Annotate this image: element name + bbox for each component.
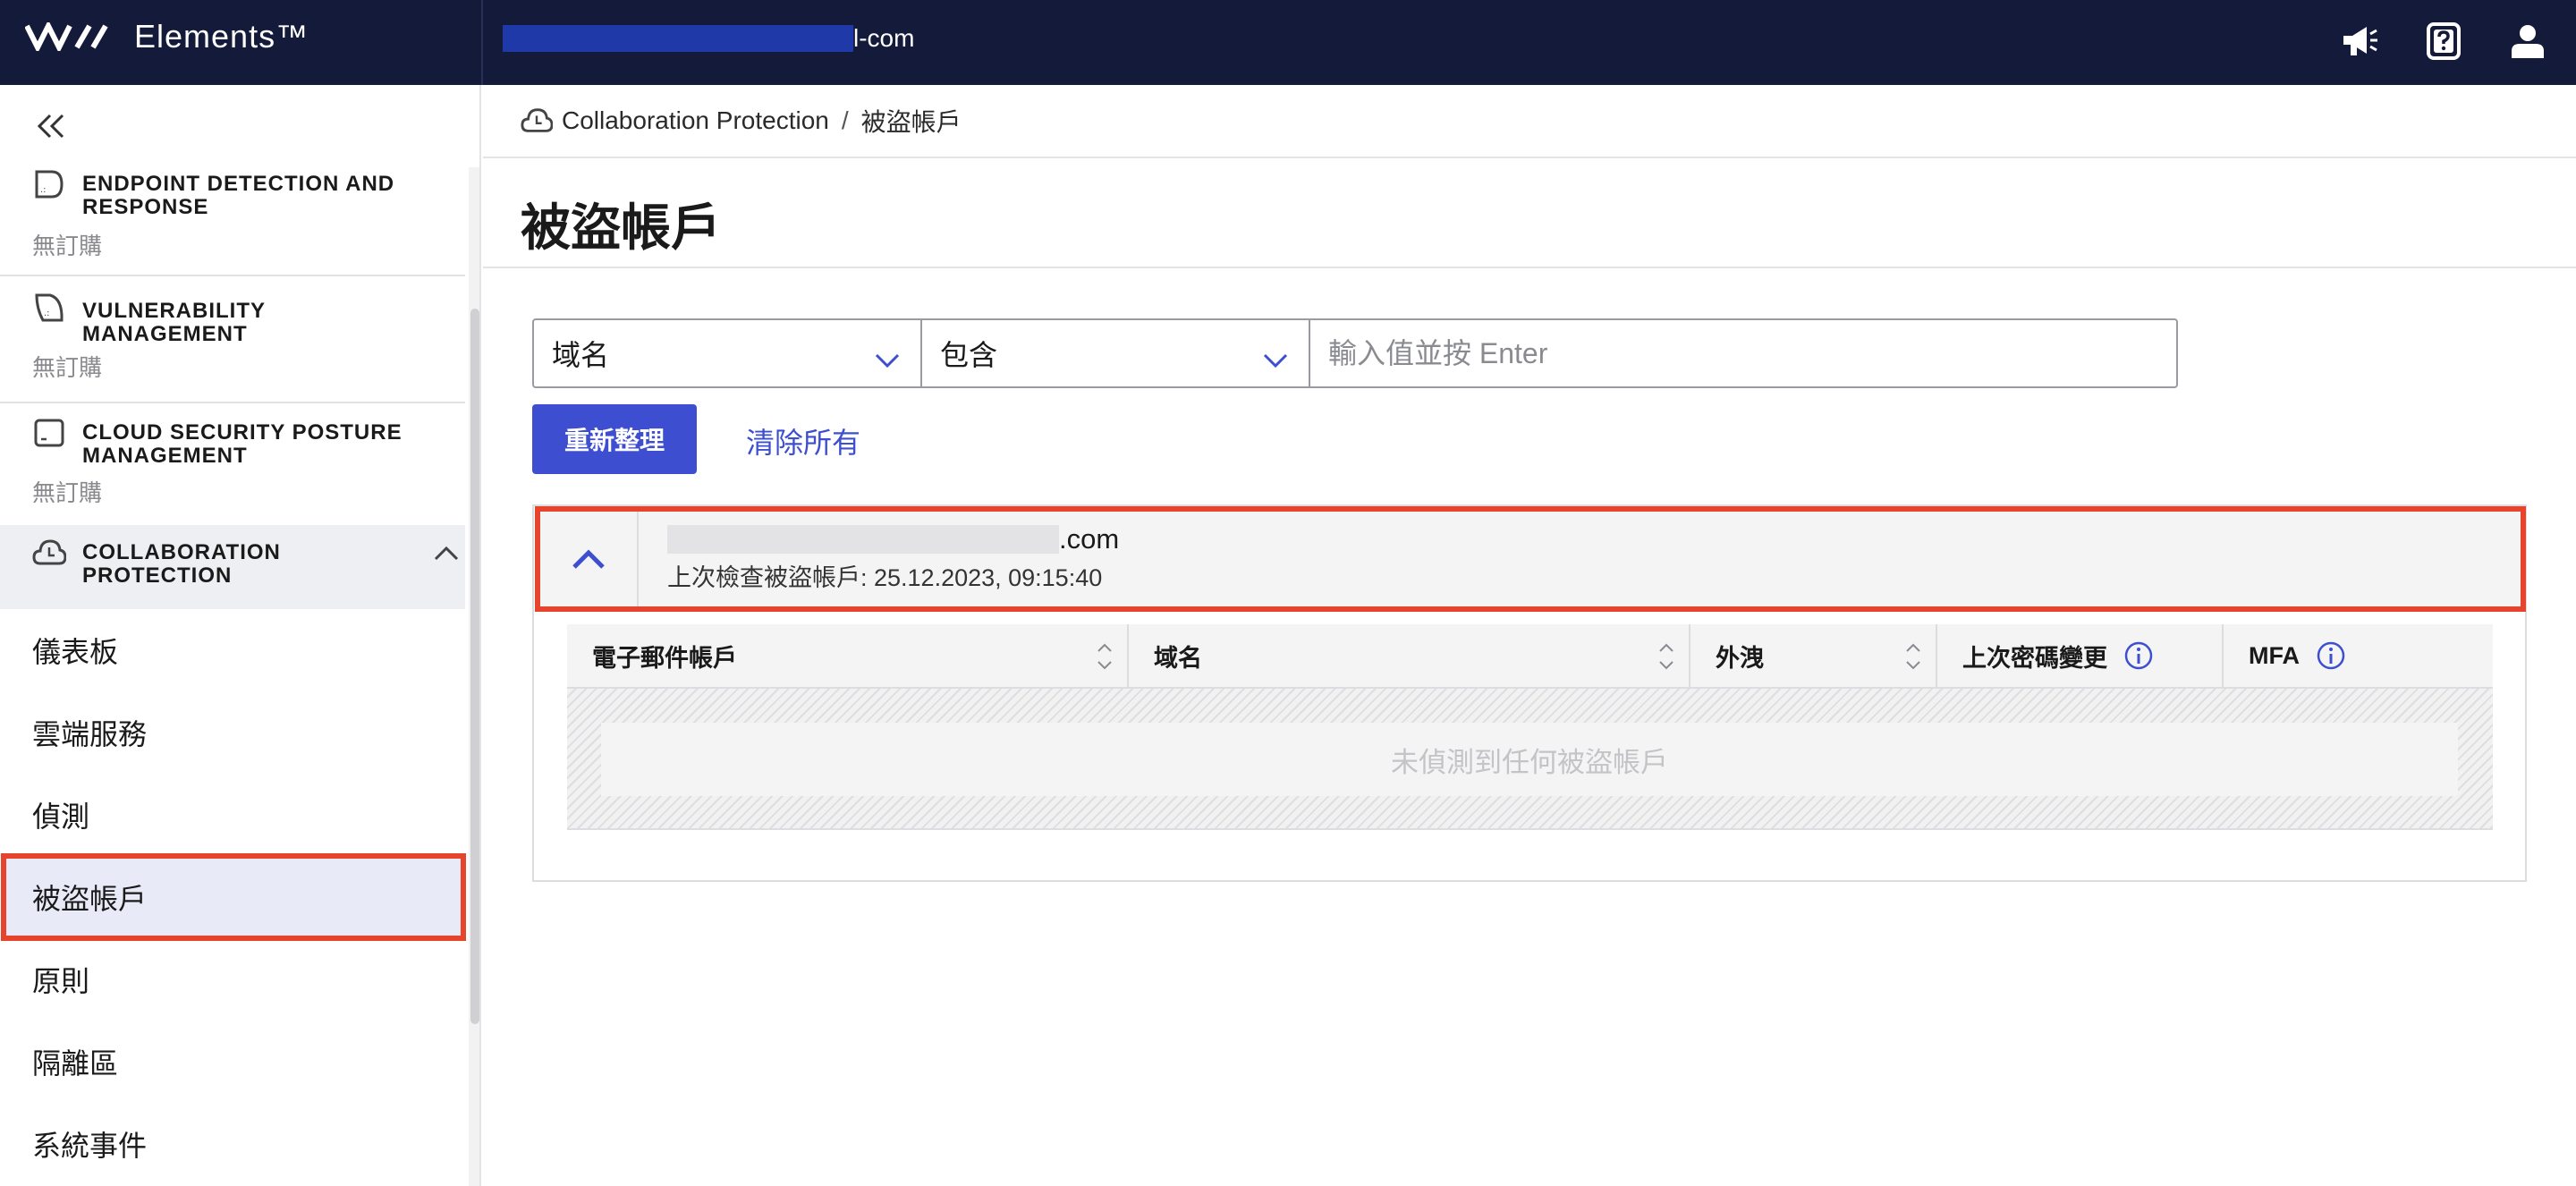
topbar-divider (481, 0, 483, 85)
column-mfa: MFA (2224, 624, 2493, 687)
sidebar-product-title: COLLABORATION PROTECTION (82, 540, 281, 588)
chevron-down-icon (874, 343, 901, 369)
column-domain[interactable]: 域名 (1129, 624, 1690, 687)
sidebar-item-policies[interactable]: 原則 (0, 938, 465, 1021)
compromised-accounts-table: 電子郵件帳戶 域名 外洩 上次密碼變更 MFA 未偵測到任何被盜帳戶 (567, 624, 2493, 830)
column-label: 域名 (1154, 644, 1202, 672)
sidebar-item-compromised-accounts[interactable]: 被盜帳戶 (1, 853, 466, 941)
filter-value-input[interactable] (1310, 320, 2176, 386)
edr-icon: .: (32, 167, 66, 201)
title-divider (483, 267, 2576, 268)
column-label: 外洩 (1716, 644, 1764, 672)
sidebar-product-title: VULNERABILITY MANAGEMENT (82, 299, 266, 346)
filter-bar: 域名 包含 (532, 318, 2178, 388)
sidebar-product-vulnerability[interactable]: .: VULNERABILITY MANAGEMENT 無訂購 (0, 278, 465, 403)
column-leaked[interactable]: 外洩 (1690, 624, 1937, 687)
sidebar-item-system-events[interactable]: 系統事件 (0, 1103, 465, 1185)
domain-name: .com (667, 523, 1120, 555)
vulnerability-icon: .: (32, 291, 66, 325)
sidebar-product-status: 無訂購 (32, 233, 103, 259)
chevron-up-icon[interactable] (540, 512, 639, 606)
sidebar-item-cloud-services[interactable]: 雲端服務 (0, 691, 465, 774)
user-icon[interactable] (2504, 18, 2551, 64)
double-chevron-left-icon[interactable] (34, 108, 70, 144)
sidebar-product-status: 無訂購 (32, 354, 103, 381)
app-window: Elements™ l-com .: ENDPOINT DETECTION AN… (0, 0, 2576, 1186)
sort-icon[interactable] (1657, 639, 1676, 674)
sort-icon[interactable] (1095, 639, 1114, 674)
cspm-icon (32, 416, 66, 450)
sidebar-product-title: ENDPOINT DETECTION AND RESPONSE (82, 172, 395, 219)
svg-text:.:: .: (44, 309, 50, 318)
sort-icon[interactable] (1903, 639, 1923, 674)
redacted-organization-name (503, 25, 853, 52)
breadcrumb-separator: / (841, 106, 849, 134)
sidebar-product-status: 無訂購 (32, 479, 103, 506)
cloud-icon (521, 105, 554, 137)
table-empty-state: 未偵測到任何被盜帳戶 (567, 689, 2493, 830)
clear-all-link[interactable]: 清除所有 (746, 420, 860, 462)
announcement-icon[interactable] (2336, 18, 2383, 64)
filter-operator-select[interactable]: 包含 (922, 320, 1310, 386)
column-label: 電子郵件帳戶 (592, 644, 737, 672)
table-header: 電子郵件帳戶 域名 外洩 上次密碼變更 MFA (567, 624, 2493, 689)
domain-suffix: .com (1059, 523, 1120, 555)
sidebar-item-detections[interactable]: 偵測 (0, 774, 465, 856)
logo-text: Elements™ (134, 18, 309, 55)
info-icon[interactable] (2316, 640, 2346, 671)
svg-text:.:: .: (40, 185, 47, 195)
sidebar: .: ENDPOINT DETECTION AND RESPONSE 無訂購 .… (0, 85, 481, 1186)
cloud-icon (32, 536, 67, 570)
organization-name-suffix: l-com (853, 24, 915, 52)
organization-selector[interactable]: l-com (503, 23, 914, 54)
filter-operator-value: 包含 (940, 339, 998, 371)
top-icons (2336, 18, 2551, 64)
refresh-button[interactable]: 重新整理 (532, 404, 697, 474)
domain-card-header[interactable]: .com 上次檢查被盜帳戶: 25.12.2023, 09:15:40 (535, 506, 2526, 612)
sidebar-product-cspm[interactable]: CLOUD SECURITY POSTURE MANAGEMENT 無訂購 (0, 403, 465, 525)
page-title: 被盜帳戶 (521, 199, 721, 256)
redacted-domain (667, 525, 1059, 554)
column-label: MFA (2249, 641, 2300, 669)
sidebar-scrollbar-thumb[interactable] (470, 309, 479, 1024)
sidebar-product-collaboration-protection[interactable]: COLLABORATION PROTECTION (0, 525, 465, 609)
help-icon[interactable] (2420, 18, 2467, 64)
filter-field-value: 域名 (552, 339, 610, 371)
breadcrumb: Collaboration Protection / 被盜帳戶 (483, 85, 2576, 158)
sidebar-item-quarantine[interactable]: 隔離區 (0, 1021, 465, 1103)
top-bar: Elements™ l-com (0, 0, 2576, 85)
column-email-account[interactable]: 電子郵件帳戶 (567, 624, 1129, 687)
filter-field-select[interactable]: 域名 (534, 320, 922, 386)
last-check-timestamp: 上次檢查被盜帳戶: 25.12.2023, 09:15:40 (667, 564, 1103, 591)
logo[interactable]: Elements™ (25, 18, 309, 55)
chevron-down-icon (1262, 343, 1289, 369)
column-last-password-change: 上次密碼變更 (1937, 624, 2224, 687)
chevron-up-icon[interactable] (433, 545, 460, 563)
breadcrumb-current: 被盜帳戶 (860, 108, 962, 136)
sidebar-product-edr[interactable]: .: ENDPOINT DETECTION AND RESPONSE 無訂購 (0, 167, 465, 276)
breadcrumb-root-link[interactable]: Collaboration Protection (562, 106, 829, 135)
info-icon[interactable] (2123, 640, 2154, 671)
withsecure-logo-icon (25, 22, 118, 51)
sidebar-item-dashboard[interactable]: 儀表板 (0, 609, 465, 691)
empty-message: 未偵測到任何被盜帳戶 (601, 723, 2458, 796)
column-label: 上次密碼變更 (1962, 644, 2107, 672)
sidebar-product-title: CLOUD SECURITY POSTURE MANAGEMENT (82, 420, 402, 468)
